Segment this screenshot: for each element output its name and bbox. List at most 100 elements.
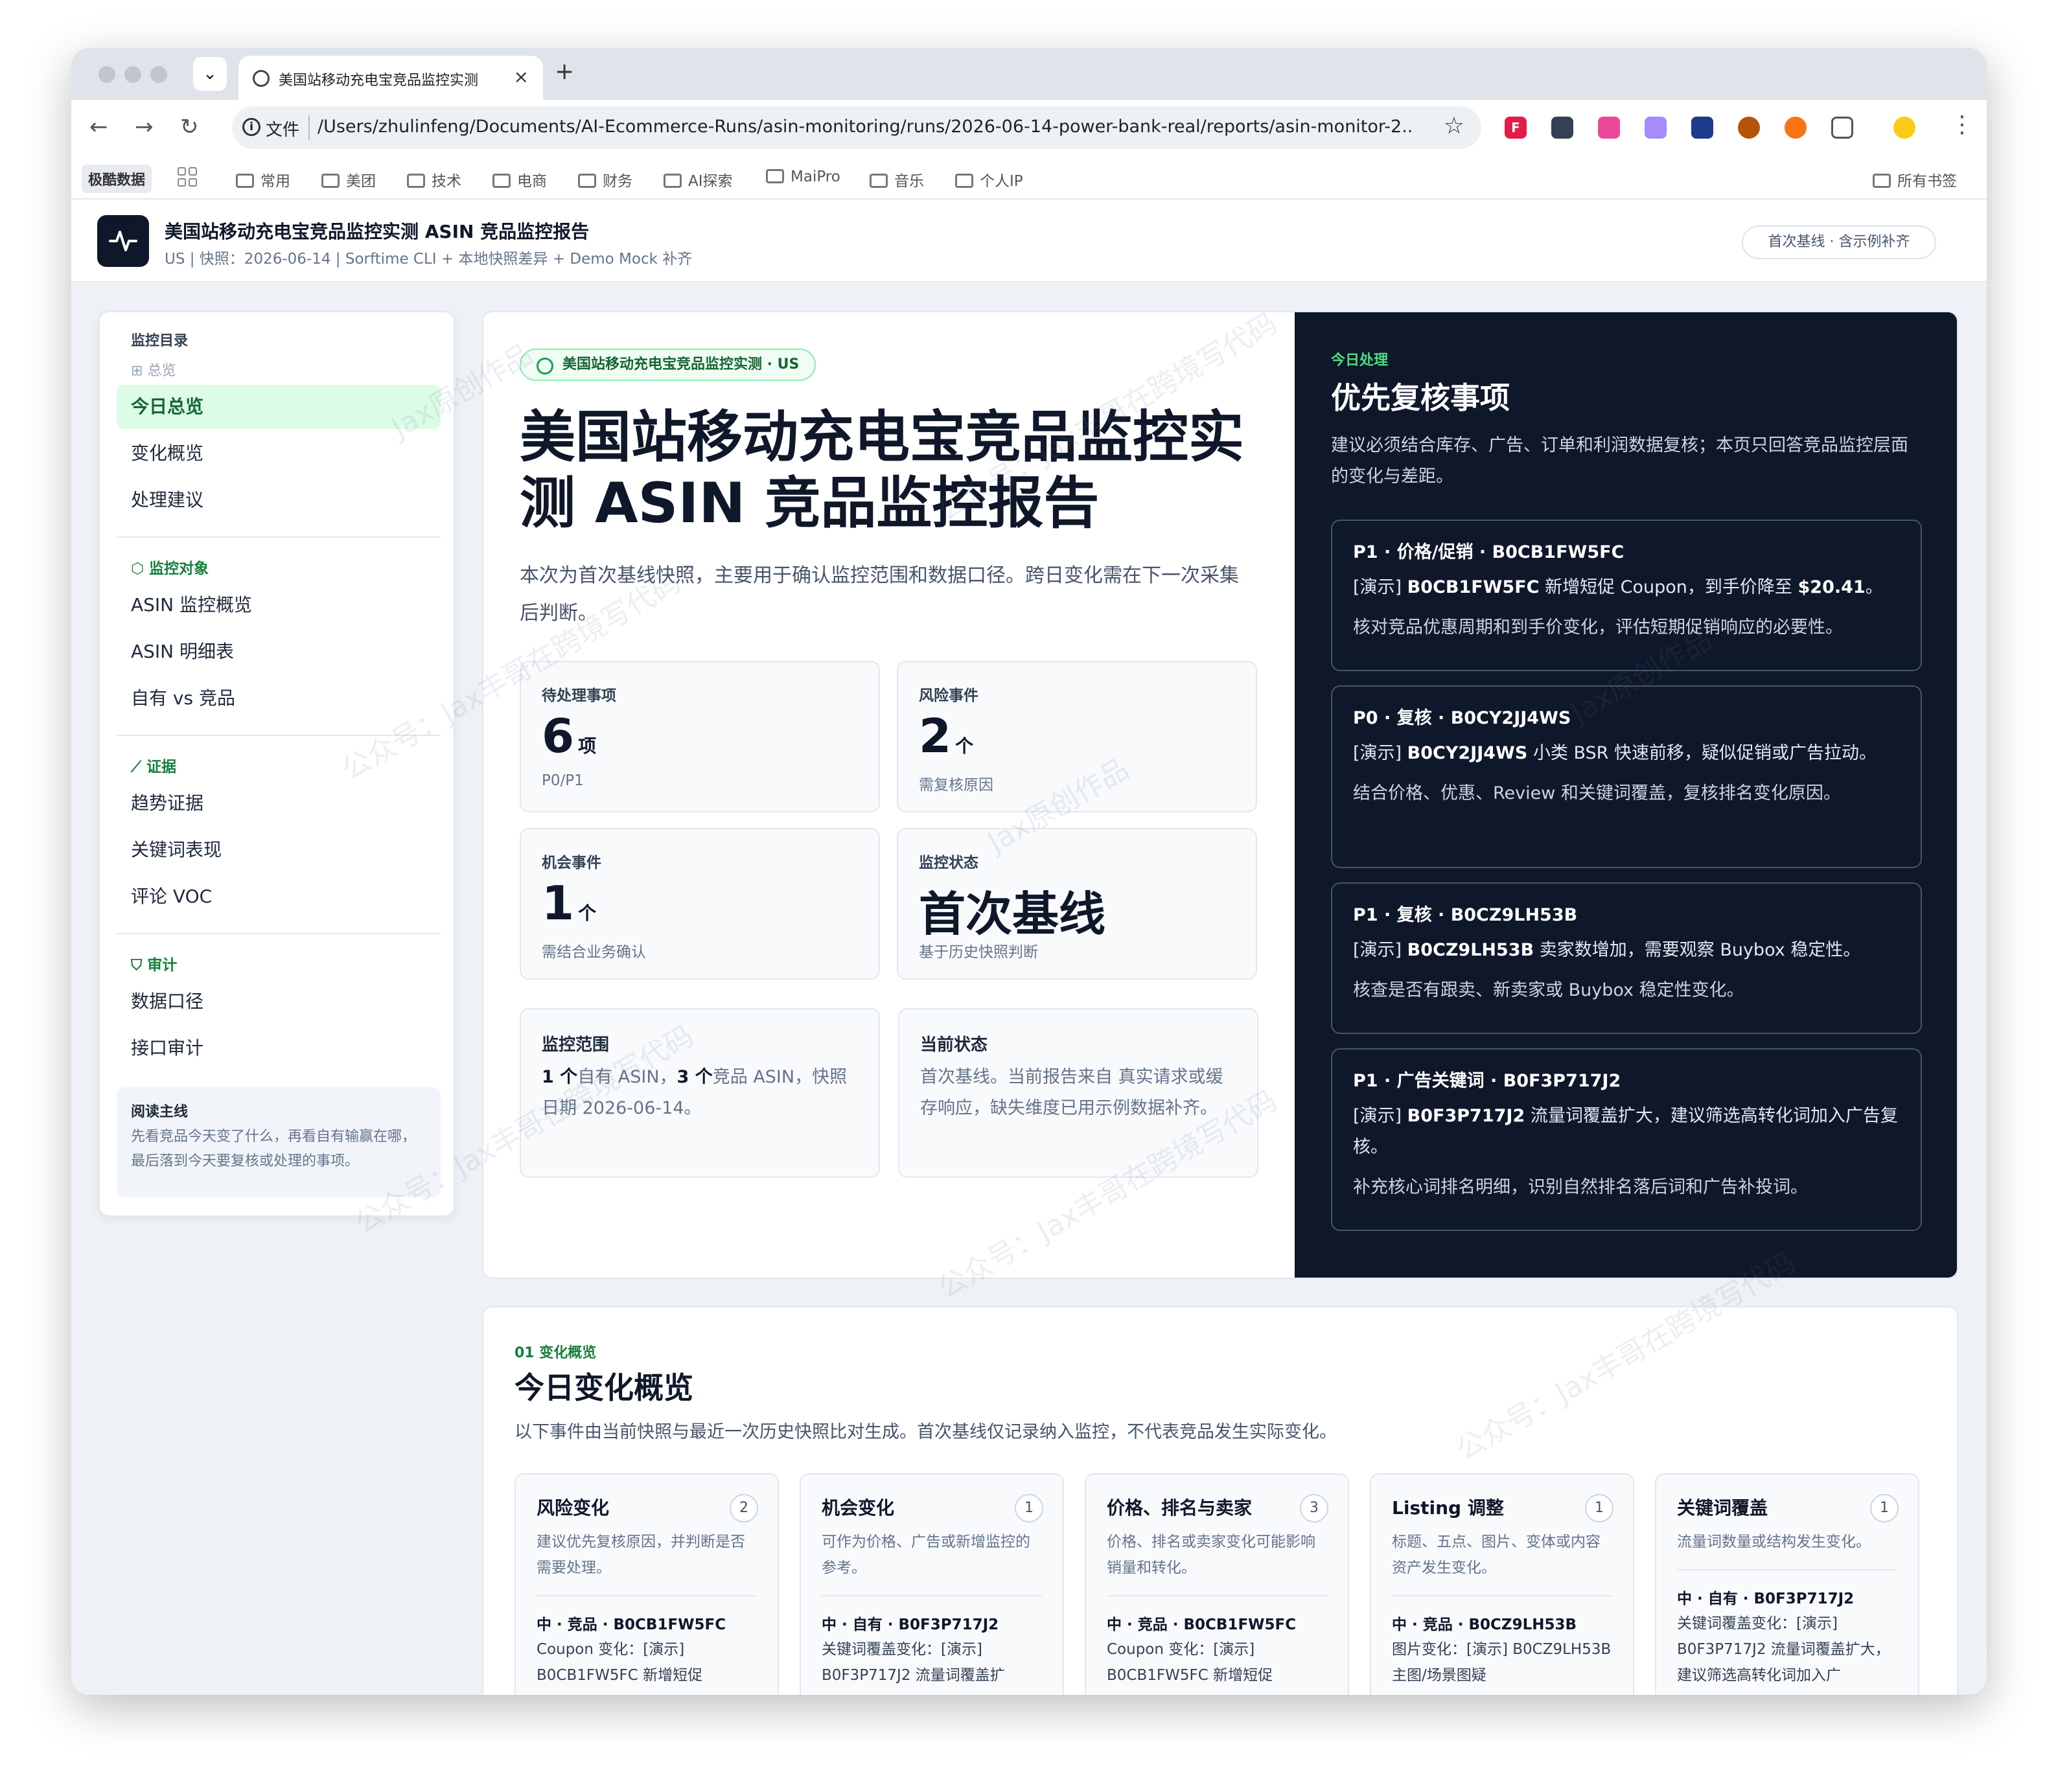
folder-icon: [955, 174, 973, 188]
changes-title: 今日变化概览: [514, 1370, 693, 1405]
extensions-puzzle-icon[interactable]: [1831, 117, 1853, 139]
bookmark-folder[interactable]: 技术: [407, 168, 461, 190]
url-scheme-label: 文件: [266, 121, 300, 140]
target-icon: [537, 358, 553, 374]
count-badge: 2: [730, 1494, 758, 1522]
sidebar-group-audit: ⛉ 审计: [131, 957, 178, 974]
sidebar-item-data-scope[interactable]: 数据口径: [117, 980, 441, 1024]
sidebar-item-voc[interactable]: 评论 VOC: [117, 875, 441, 919]
sidebar-item-asin-overview[interactable]: ASIN 监控概览: [117, 583, 441, 627]
sidebar-heading: 监控目录: [131, 333, 189, 349]
report-title: 美国站移动充电宝竞品监控实测 ASIN 竞品监控报告: [165, 221, 590, 242]
extension-fe-icon[interactable]: F: [1505, 117, 1527, 139]
priority-desc: 建议必须结合库存、广告、订单和利润数据复核；本页只回答竞品监控层面的变化与差距。: [1331, 435, 1908, 487]
window-controls[interactable]: [98, 66, 167, 83]
sidebar-item-asin-table[interactable]: ASIN 明细表: [117, 630, 441, 674]
changes-desc: 以下事件由当前快照与最近一次历史快照比对生成。首次基线仅记录纳入监控，不代表竞品…: [514, 1422, 1337, 1442]
sidebar-item-actions[interactable]: 处理建议: [117, 478, 441, 522]
sidebar-item-api-audit[interactable]: 接口审计: [117, 1026, 441, 1070]
change-card-price-rank[interactable]: 价格、排名与卖家 3 价格、排名或卖家变化可能影响销量和转化。 中 · 竞品 ·…: [1085, 1473, 1349, 1695]
sidebar-item-changes[interactable]: 变化概览: [117, 431, 441, 476]
hero-title: 美国站移动充电宝竞品监控实测 ASIN 竞品监控报告: [520, 405, 1244, 536]
sidebar-item-trend[interactable]: 趋势证据: [117, 781, 441, 825]
bookmark-star-icon[interactable]: ☆: [1444, 113, 1464, 139]
bookmark-folder[interactable]: 财务: [578, 168, 632, 190]
priority-title: 优先复核事项: [1331, 380, 1510, 415]
priority-item[interactable]: P1 · 广告关键词 · B0F3P717J2 [演示] B0F3P717J2 …: [1331, 1048, 1922, 1231]
folder-icon: [1873, 174, 1891, 188]
folder-icon: [492, 174, 511, 188]
bookmark-folder[interactable]: 美团: [321, 168, 376, 190]
kpi-pending: 待处理事项 6项 P0/P1: [520, 661, 880, 812]
site-info-icon[interactable]: i: [242, 118, 260, 136]
browser-toolbar: ← → ↻ i 文件 /Users/zhulinfeng/Documents/A…: [71, 100, 1987, 155]
change-card-risk[interactable]: 风险变化 2 建议优先复核原因，并判断是否需要处理。 中 · 竞品 · B0CB…: [514, 1473, 779, 1695]
priority-item[interactable]: P0 · 复核 · B0CY2JJ4WS [演示] B0CY2JJ4WS 小类 …: [1331, 685, 1922, 868]
shield-check-icon: ⛉: [131, 957, 148, 974]
extension-cookie-icon[interactable]: [1738, 117, 1760, 139]
count-badge: 1: [1585, 1494, 1613, 1522]
globe-icon: [253, 70, 270, 87]
tab-search-chevron-icon[interactable]: ⌄: [193, 57, 227, 91]
apps-grid-icon[interactable]: [178, 167, 197, 187]
bookmark-folder[interactable]: 音乐: [870, 168, 924, 190]
current-status-card: 当前状态 首次基线。当前报告来自 真实请求或缓存响应，缺失维度已用示例数据补齐。: [898, 1008, 1258, 1178]
report-subtitle: US | 快照：2026-06-14 | Sorftime CLI + 本地快照…: [165, 251, 693, 268]
priority-item[interactable]: P1 · 价格/促销 · B0CB1FW5FC [演示] B0CB1FW5FC …: [1331, 520, 1922, 671]
sidebar-group-objects: ⬡ 监控对象: [131, 560, 209, 577]
sidebar-nav: 监控目录 ⊞ 总览 今日总览 变化概览 处理建议 ⬡ 监控对象 ASIN 监控概…: [98, 311, 455, 1217]
kpi-status: 监控状态 首次基线 基于历史快照判断: [897, 828, 1257, 980]
folder-icon: [407, 174, 425, 188]
extension-link-icon[interactable]: [1691, 117, 1713, 139]
url-text[interactable]: /Users/zhulinfeng/Documents/AI-Ecommerce…: [318, 117, 1413, 137]
profile-avatar-icon[interactable]: [1893, 117, 1915, 139]
hero-lead: 本次为首次基线快照，主要用于确认监控范围和数据口径。跨日变化需在下一次采集后判断…: [520, 564, 1239, 625]
extension-pen-icon[interactable]: [1645, 117, 1667, 139]
bookmark-folder[interactable]: MaiPro: [766, 168, 840, 185]
changes-eyebrow: 01 变化概览: [514, 1345, 597, 1361]
sidebar-overview-label: ⊞ 总览: [131, 363, 176, 379]
sidebar-item-own-vs-comp[interactable]: 自有 vs 竞品: [117, 676, 441, 720]
close-tab-icon[interactable]: ×: [514, 66, 529, 87]
bookmark-folder[interactable]: 电商: [492, 168, 547, 190]
reading-guide-desc: 先看竞品今天变了什么，再看自有输赢在哪，最后落到今天要复核或处理的事项。: [131, 1129, 417, 1169]
priority-eyebrow: 今日处理: [1331, 352, 1389, 369]
new-tab-plus-icon[interactable]: +: [555, 58, 574, 85]
bookmarks-bar: 极酷数据 常用 美团 技术 电商 财务 AI探索 MaiPro 音乐 个人IP …: [71, 155, 1987, 200]
reading-guide: 阅读主线 先看竞品今天变了什么，再看自有输赢在哪，最后落到今天要复核或处理的事项…: [117, 1087, 441, 1197]
priority-item[interactable]: P1 · 复核 · B0CZ9LH53B [演示] B0CZ9LH53B 卖家数…: [1331, 882, 1922, 1034]
bookmark-folder[interactable]: 常用: [236, 168, 290, 190]
extension-s-icon[interactable]: [1785, 117, 1807, 139]
reload-icon[interactable]: ↻: [180, 114, 199, 140]
back-arrow-icon[interactable]: ←: [89, 114, 108, 140]
priority-panel: 今日处理 优先复核事项 建议必须结合库存、广告、订单和利润数据复核；本页只回答竞…: [1295, 312, 1957, 1278]
folder-icon: [664, 174, 682, 188]
report-page: 美国站移动充电宝竞品监控实测 ASIN 竞品监控报告 US | 快照：2026-…: [71, 200, 1987, 1695]
bookmark-folder[interactable]: AI探索: [664, 168, 733, 190]
browser-menu-icon[interactable]: ⋮: [1950, 111, 1974, 138]
hero-panel: 美国站移动充电宝竞品监控实测 · US 美国站移动充电宝竞品监控实测 ASIN …: [482, 311, 1958, 1279]
address-bar[interactable]: i 文件 /Users/zhulinfeng/Documents/AI-Ecom…: [232, 106, 1481, 149]
market-chip: 美国站移动充电宝竞品监控实测 · US: [520, 349, 816, 381]
changes-section: 01 变化概览 今日变化概览 以下事件由当前快照与最近一次历史快照比对生成。首次…: [482, 1306, 1958, 1695]
bookmark-brand[interactable]: 极酷数据: [82, 165, 152, 193]
forward-arrow-icon[interactable]: →: [135, 114, 154, 140]
change-card-opportunity[interactable]: 机会变化 1 可作为价格、广告或新增监控的参考。 中 · 自有 · B0F3P7…: [800, 1473, 1064, 1695]
baseline-badge: 首次基线 · 含示例补齐: [1742, 225, 1936, 259]
extension-mask-icon[interactable]: [1551, 117, 1573, 139]
sidebar-item-today[interactable]: 今日总览: [117, 385, 441, 429]
monitor-scope-card: 监控范围 1 个自有 ASIN，3 个竞品 ASIN，快照日期 2026-06-…: [520, 1008, 880, 1178]
change-card-keywords[interactable]: 关键词覆盖 1 流量词数量或结构发生变化。 中 · 自有 · B0F3P717J…: [1655, 1473, 1919, 1695]
activity-pulse-icon: [97, 215, 149, 267]
folder-icon: [870, 174, 888, 188]
count-badge: 1: [1870, 1494, 1899, 1522]
all-bookmarks[interactable]: 所有书签: [1873, 168, 1957, 190]
extension-translate-icon[interactable]: [1598, 117, 1620, 139]
grid-icon: ⊞: [131, 363, 148, 379]
browser-tab-active[interactable]: 美国站移动充电宝竞品监控实测 ×: [238, 56, 543, 100]
sidebar-group-evidence: ⟋ 证据: [131, 759, 177, 775]
sidebar-item-keywords[interactable]: 关键词表现: [117, 828, 441, 872]
bookmark-folder[interactable]: 个人IP: [955, 168, 1023, 190]
change-card-listing[interactable]: Listing 调整 1 标题、五点、图片、变体或内容资产发生变化。 中 · 竞…: [1370, 1473, 1634, 1695]
folder-icon: [578, 174, 596, 188]
